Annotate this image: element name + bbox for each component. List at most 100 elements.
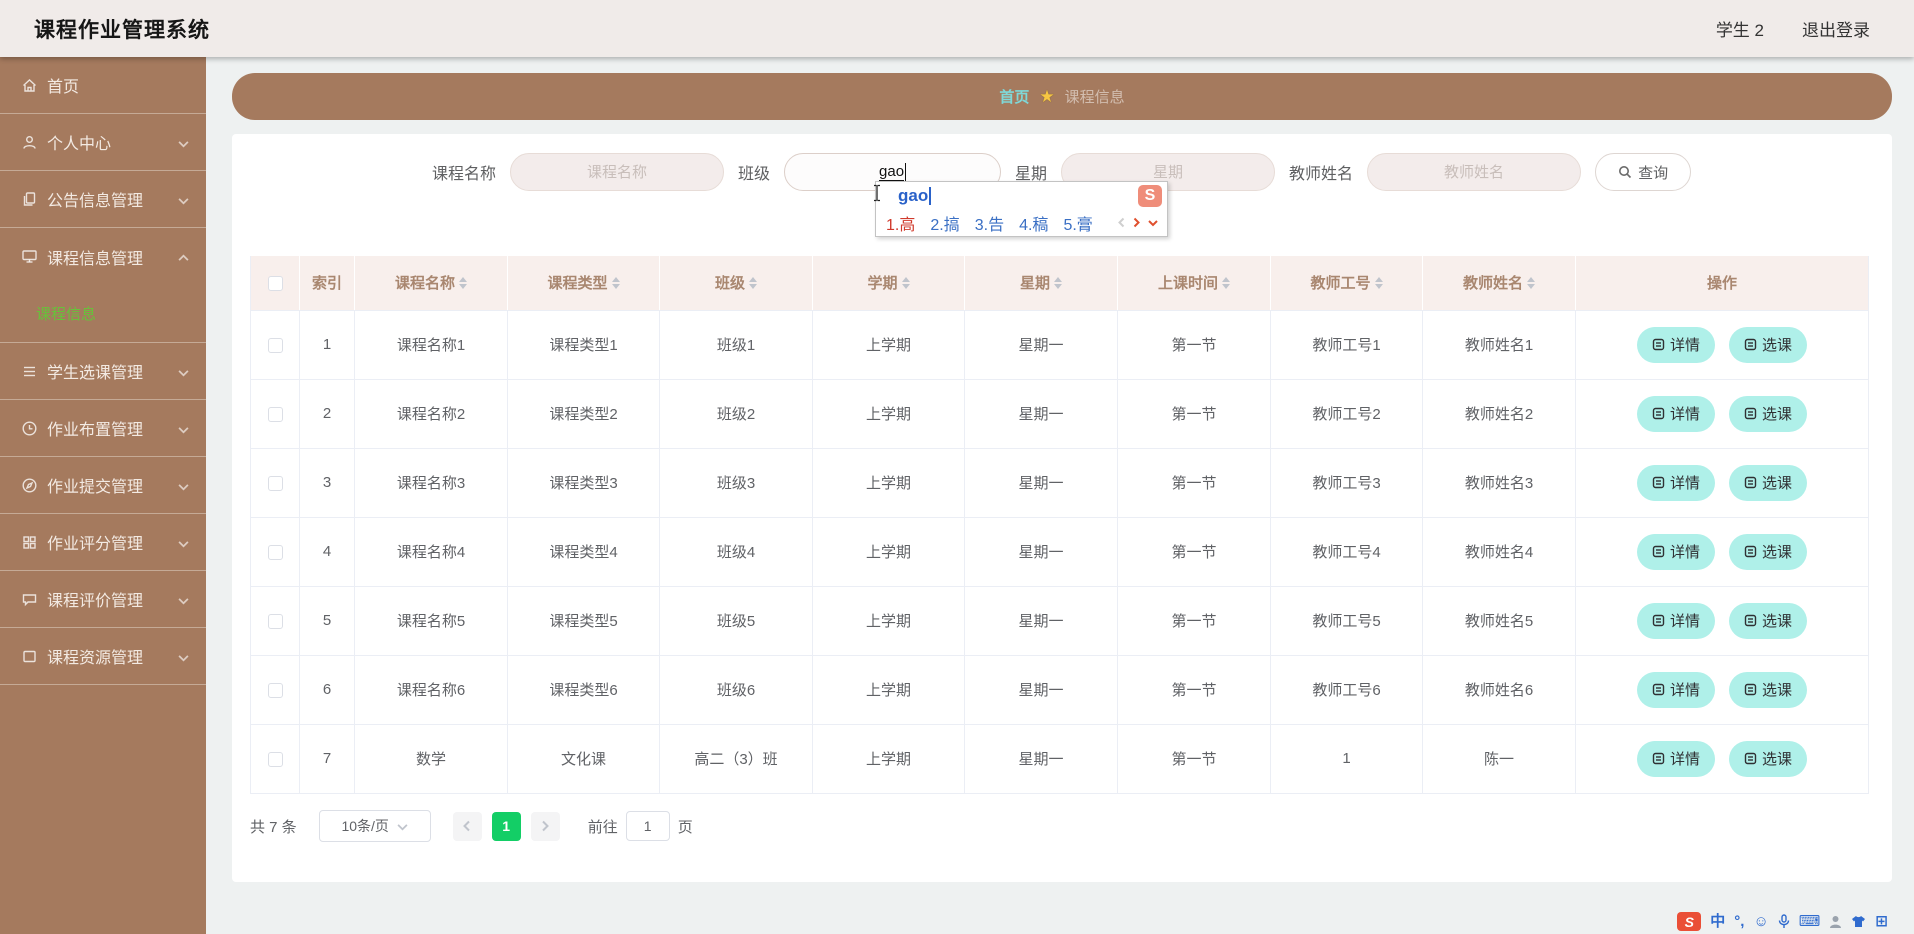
- breadcrumb-home-link[interactable]: 首页: [999, 86, 1029, 107]
- cell-index: 1: [299, 310, 355, 380]
- teacher-name-input[interactable]: [1367, 153, 1582, 191]
- goto-page-input[interactable]: [625, 811, 670, 841]
- col-header-semester[interactable]: 学期: [812, 256, 965, 311]
- ime-next-page-icon[interactable]: [1132, 217, 1141, 228]
- enroll-button[interactable]: 选课: [1729, 395, 1808, 432]
- chevron-down-icon: [178, 536, 190, 548]
- col-header-course-name[interactable]: 课程名称: [354, 256, 508, 311]
- sidebar-item-course-info-mgmt[interactable]: 课程信息管理: [0, 228, 206, 285]
- chevron-down-icon: [178, 136, 190, 148]
- ime-candidate-1[interactable]: 1.高: [886, 211, 915, 235]
- detail-button[interactable]: 详情: [1636, 464, 1715, 501]
- keyboard-icon[interactable]: ⌨: [1799, 914, 1821, 929]
- cell-teacher-id: 1: [1270, 724, 1423, 794]
- detail-button[interactable]: 详情: [1636, 395, 1715, 432]
- query-button[interactable]: 查询: [1595, 153, 1692, 191]
- enroll-button[interactable]: 选课: [1729, 740, 1808, 777]
- cell-course-type: 课程类型5: [507, 586, 660, 656]
- sidebar: 首页 个人中心 公告信息管理 课程信息管理 课程信息 学生选课管理 作业布置管理…: [0, 57, 206, 934]
- enroll-button[interactable]: 选课: [1729, 326, 1808, 363]
- enroll-button[interactable]: 选课: [1729, 671, 1808, 708]
- toolbox-icon[interactable]: ⊞: [1875, 914, 1888, 929]
- page-number-current[interactable]: 1: [491, 811, 521, 841]
- col-header-week[interactable]: 星期: [964, 256, 1118, 311]
- list-icon: [20, 362, 38, 380]
- row-checkbox[interactable]: [267, 475, 283, 491]
- sogou-logo-icon[interactable]: S: [1138, 185, 1162, 207]
- cell-index: 4: [299, 517, 355, 587]
- course-name-input[interactable]: [510, 153, 725, 191]
- ime-candidate-2[interactable]: 2.搞: [930, 211, 959, 235]
- row-checkbox[interactable]: [267, 406, 283, 422]
- cell-teacher-name: 教师姓名5: [1422, 586, 1576, 656]
- punctuation-icon[interactable]: °,: [1734, 914, 1744, 929]
- ime-expand-icon[interactable]: [1147, 218, 1159, 228]
- document-icon: [1744, 683, 1757, 696]
- row-checkbox[interactable]: [267, 682, 283, 698]
- ime-candidate-4[interactable]: 4.稿: [1019, 211, 1048, 235]
- cell-teacher-id: 教师工号5: [1270, 586, 1423, 656]
- sidebar-item-course-resource-mgmt[interactable]: 课程资源管理: [0, 628, 206, 685]
- sidebar-item-home[interactable]: 首页: [0, 57, 206, 114]
- row-checkbox[interactable]: [267, 337, 283, 353]
- document-icon: [1744, 476, 1757, 489]
- ime-prev-page-icon[interactable]: [1117, 217, 1126, 228]
- table-header-row: 索引 课程名称 课程类型 班级 学期 星期 上课时间 教师工号 教师姓名 操作: [250, 256, 1869, 311]
- cell-class: 高二（3）班: [659, 724, 813, 794]
- skin-icon[interactable]: [1851, 915, 1866, 928]
- sidebar-subitem-course-info[interactable]: 课程信息: [0, 285, 206, 342]
- col-header-index: 索引: [299, 256, 355, 311]
- cell-index: 2: [299, 379, 355, 449]
- detail-button[interactable]: 详情: [1636, 326, 1715, 363]
- ime-candidate-5[interactable]: 5.膏: [1063, 211, 1092, 235]
- col-header-class[interactable]: 班级: [659, 256, 813, 311]
- microphone-icon[interactable]: [1778, 914, 1790, 929]
- sidebar-item-personal-center[interactable]: 个人中心: [0, 114, 206, 171]
- detail-button[interactable]: 详情: [1636, 671, 1715, 708]
- sidebar-item-homework-submit-mgmt[interactable]: 作业提交管理: [0, 457, 206, 514]
- col-header-teacher-id[interactable]: 教师工号: [1270, 256, 1423, 311]
- content-card: 课程名称 班级 gao 星期 教师姓名 查询: [232, 134, 1892, 882]
- cell-semester: 上学期: [812, 655, 965, 725]
- document-icon: [1744, 545, 1757, 558]
- enroll-button[interactable]: 选课: [1729, 533, 1808, 570]
- sidebar-item-student-enroll-mgmt[interactable]: 学生选课管理: [0, 343, 206, 400]
- cell-class: 班级1: [659, 310, 813, 380]
- col-header-actions: 操作: [1575, 256, 1869, 311]
- sidebar-item-announcement-mgmt[interactable]: 公告信息管理: [0, 171, 206, 228]
- logout-link[interactable]: 退出登录: [1802, 16, 1870, 41]
- chinese-mode-icon[interactable]: 中: [1710, 914, 1725, 929]
- cell-course-name: 课程名称3: [354, 448, 508, 518]
- sogou-logo-icon[interactable]: S: [1677, 912, 1702, 931]
- detail-button[interactable]: 详情: [1636, 533, 1715, 570]
- ime-candidate-3[interactable]: 3.告: [975, 211, 1004, 235]
- enroll-button[interactable]: 选课: [1729, 602, 1808, 639]
- page-size-select[interactable]: 10条/页: [318, 810, 431, 842]
- cell-week: 星期一: [964, 448, 1118, 518]
- account-icon[interactable]: [1829, 915, 1842, 929]
- cell-class: 班级4: [659, 517, 813, 587]
- sidebar-item-course-review-mgmt[interactable]: 课程评价管理: [0, 571, 206, 628]
- detail-button[interactable]: 详情: [1636, 740, 1715, 777]
- cell-time: 第一节: [1117, 517, 1271, 587]
- row-checkbox[interactable]: [267, 544, 283, 560]
- sidebar-item-homework-assign-mgmt[interactable]: 作业布置管理: [0, 400, 206, 457]
- table-row: 4 课程名称4 课程类型4 班级4 上学期 星期一 第一节 教师工号4 教师姓名…: [250, 517, 1869, 587]
- select-all-checkbox[interactable]: [267, 275, 283, 291]
- enroll-button[interactable]: 选课: [1729, 464, 1808, 501]
- cell-teacher-name: 陈一: [1422, 724, 1576, 794]
- board-icon: [20, 647, 38, 665]
- col-header-teacher-name[interactable]: 教师姓名: [1422, 256, 1576, 311]
- cell-class: 班级5: [659, 586, 813, 656]
- row-checkbox[interactable]: [267, 613, 283, 629]
- sidebar-item-homework-grade-mgmt[interactable]: 作业评分管理: [0, 514, 206, 571]
- course-name-label: 课程名称: [432, 166, 497, 183]
- detail-button[interactable]: 详情: [1636, 602, 1715, 639]
- col-header-course-type[interactable]: 课程类型: [507, 256, 660, 311]
- row-checkbox[interactable]: [267, 751, 283, 767]
- chevron-down-icon: [397, 823, 408, 830]
- emoji-icon[interactable]: ☺: [1753, 914, 1768, 929]
- col-header-time[interactable]: 上课时间: [1117, 256, 1271, 311]
- prev-page-button[interactable]: [452, 811, 482, 841]
- next-page-button[interactable]: [530, 811, 560, 841]
